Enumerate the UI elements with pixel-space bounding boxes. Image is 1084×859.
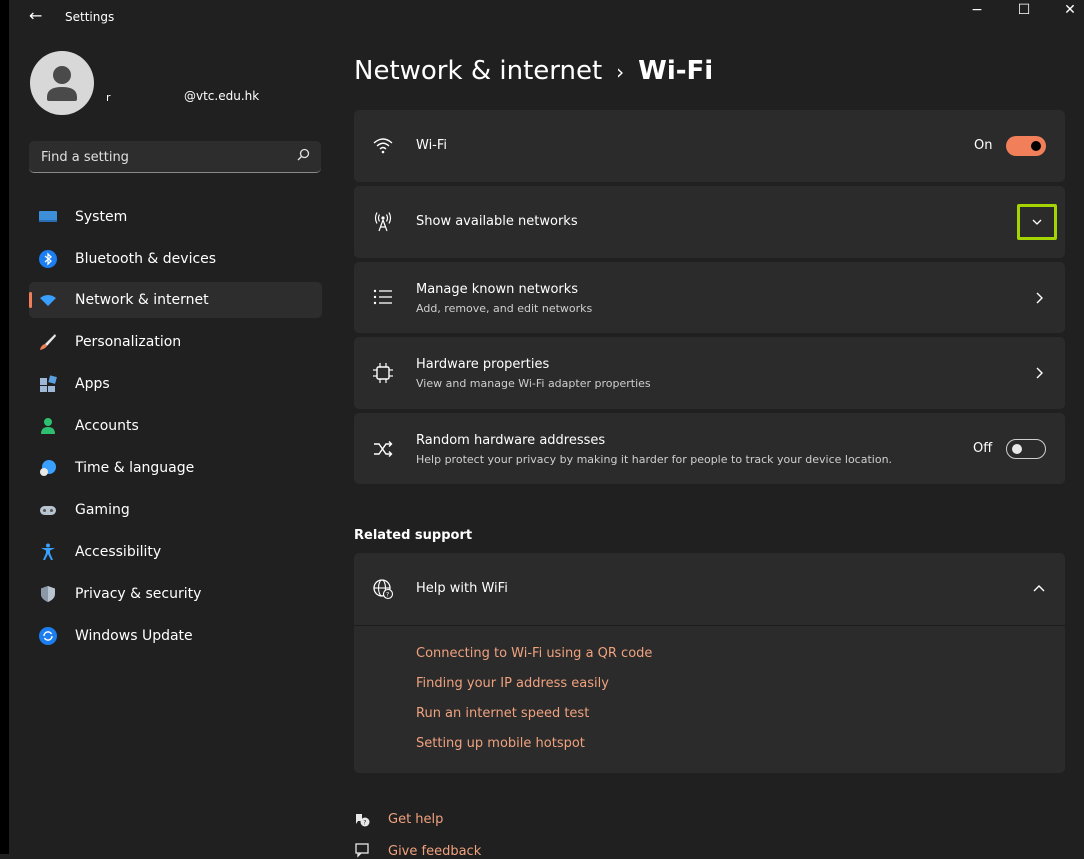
gamepad-icon <box>40 506 56 515</box>
sidebar-item-windows-update[interactable]: Windows Update <box>29 618 322 654</box>
breadcrumb-separator: › <box>616 60 625 84</box>
hardware-properties-title: Hardware properties <box>416 357 550 372</box>
help-with-wifi-card: ? Help with WiFi Connecting to Wi-Fi usi… <box>354 553 1065 773</box>
hardware-properties-card[interactable]: Hardware properties View and manage Wi-F… <box>354 337 1065 409</box>
sidebar-item-label: Personalization <box>75 334 182 350</box>
sidebar-item-network[interactable]: Network & internet <box>29 282 322 318</box>
close-button[interactable]: ✕ <box>1047 0 1084 24</box>
app-title: Settings <box>65 10 115 24</box>
manage-known-networks-title: Manage known networks <box>416 282 579 297</box>
shield-icon <box>41 586 55 602</box>
wifi-toggle[interactable] <box>1006 136 1046 156</box>
hardware-properties-subtitle: View and manage Wi-Fi adapter properties <box>416 377 651 390</box>
breadcrumb-parent[interactable]: Network & internet <box>354 56 602 86</box>
maximize-button[interactable]: ☐ <box>1001 0 1047 24</box>
update-icon <box>39 627 57 645</box>
wifi-icon <box>40 295 56 306</box>
wifi-state-label: On <box>974 138 993 153</box>
search-icon[interactable] <box>295 147 311 163</box>
avatar[interactable] <box>30 51 94 115</box>
random-hardware-addresses-subtitle: Help protect your privacy by making it h… <box>416 453 893 466</box>
give-feedback-link[interactable]: Give feedback <box>388 844 481 859</box>
sidebar-item-gaming[interactable]: Gaming <box>29 492 322 528</box>
user-name: r <box>106 91 111 104</box>
help-link-speed-test[interactable]: Run an internet speed test <box>416 706 589 721</box>
sidebar-item-label: System <box>75 209 128 225</box>
breadcrumb: Network & internet › Wi-Fi <box>354 56 713 86</box>
chevron-down-icon <box>1032 219 1042 225</box>
sidebar-item-time-language[interactable]: Time & language <box>29 450 322 486</box>
random-hardware-addresses-title: Random hardware addresses <box>416 433 606 448</box>
help-link-qr-code[interactable]: Connecting to Wi-Fi using a QR code <box>416 646 652 661</box>
chevron-up-icon[interactable] <box>1033 584 1045 594</box>
expand-networks-button[interactable] <box>1017 204 1057 240</box>
search-input[interactable] <box>39 141 283 173</box>
wifi-title: Wi-Fi <box>416 138 448 153</box>
show-available-networks-card[interactable]: Show available networks <box>354 186 1065 258</box>
wifi-icon <box>373 138 393 154</box>
random-hardware-addresses-card[interactable]: Random hardware addresses Help protect y… <box>354 413 1065 484</box>
sidebar-item-personalization[interactable]: Personalization <box>29 324 322 360</box>
help-link-ip-address[interactable]: Finding your IP address easily <box>416 676 609 691</box>
sidebar-item-system[interactable]: System <box>29 199 322 235</box>
svg-text:?: ? <box>386 592 389 599</box>
chip-icon <box>373 363 393 383</box>
window-left-edge <box>0 0 9 854</box>
person-icon <box>41 418 55 434</box>
antenna-icon <box>374 212 392 232</box>
brush-icon <box>40 334 56 350</box>
get-help-link[interactable]: Get help <box>388 812 443 827</box>
chevron-right-icon <box>1036 292 1043 304</box>
help-with-wifi-header[interactable]: ? Help with WiFi <box>354 553 1065 625</box>
sidebar-item-privacy[interactable]: Privacy & security <box>29 576 322 612</box>
page-title: Wi-Fi <box>638 56 714 86</box>
globe-clock-icon <box>40 460 56 476</box>
random-addresses-toggle[interactable] <box>1006 439 1046 459</box>
sidebar-item-label: Time & language <box>75 460 195 476</box>
chevron-right-icon <box>1036 367 1043 379</box>
sidebar-item-label: Privacy & security <box>75 586 202 602</box>
person-icon <box>47 66 77 101</box>
sidebar-item-label: Network & internet <box>75 292 209 308</box>
monitor-icon <box>39 211 57 222</box>
sidebar-item-label: Apps <box>75 376 110 392</box>
bluetooth-icon <box>39 250 57 268</box>
manage-known-networks-subtitle: Add, remove, and edit networks <box>416 302 593 315</box>
search-box[interactable] <box>29 141 321 173</box>
sidebar-item-label: Windows Update <box>75 628 193 644</box>
list-icon <box>373 289 392 305</box>
help-with-wifi-title: Help with WiFi <box>416 581 508 596</box>
sidebar-item-apps[interactable]: Apps <box>29 366 322 402</box>
sidebar-item-label: Gaming <box>75 502 130 518</box>
sidebar-item-bluetooth[interactable]: Bluetooth & devices <box>29 241 322 277</box>
sidebar-item-accessibility[interactable]: Accessibility <box>29 534 322 570</box>
sidebar-item-label: Accounts <box>75 418 139 434</box>
help-link-mobile-hotspot[interactable]: Setting up mobile hotspot <box>416 736 585 751</box>
minimize-button[interactable]: − <box>954 0 1000 24</box>
feedback-icon <box>355 843 369 858</box>
accessibility-icon <box>41 543 55 560</box>
active-indicator <box>29 292 32 308</box>
user-email: @vtc.edu.hk <box>184 89 260 103</box>
manage-known-networks-card[interactable]: Manage known networks Add, remove, and e… <box>354 262 1065 333</box>
sidebar-item-accounts[interactable]: Accounts <box>29 408 322 444</box>
apps-icon <box>40 375 57 392</box>
wifi-card[interactable]: Wi-Fi On <box>354 110 1065 182</box>
globe-question-icon: ? <box>373 579 394 600</box>
sidebar-item-label: Bluetooth & devices <box>75 251 217 267</box>
related-support-heading: Related support <box>354 528 473 543</box>
svg-text:?: ? <box>363 820 366 827</box>
title-bar: ← Settings − ☐ ✕ <box>9 0 1084 36</box>
random-addresses-state-label: Off <box>973 441 993 456</box>
back-button[interactable]: ← <box>29 6 42 25</box>
toggle-knob <box>1012 444 1022 454</box>
divider <box>354 625 1065 626</box>
sidebar-item-label: Accessibility <box>75 544 162 560</box>
show-available-networks-title: Show available networks <box>416 214 578 229</box>
toggle-knob <box>1031 141 1041 151</box>
shuffle-icon <box>374 441 393 457</box>
get-help-icon: ? <box>356 814 370 827</box>
